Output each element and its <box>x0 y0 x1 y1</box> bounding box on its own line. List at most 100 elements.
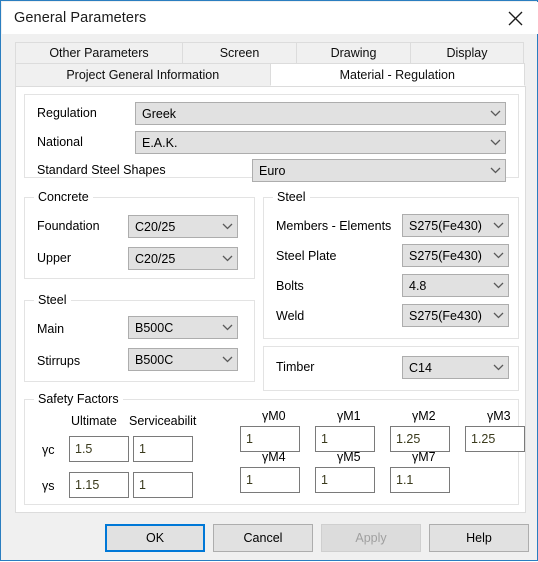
page-title: General Parameters <box>14 10 147 26</box>
button-label: OK <box>145 531 165 545</box>
general-parameters-dialog: General Parameters Other Parameters Scre… <box>0 0 538 561</box>
tab-other-parameters[interactable]: Other Parameters <box>15 42 183 63</box>
weld-label: Weld <box>276 309 305 323</box>
chevron-down-icon <box>217 255 237 262</box>
gamma-m5-label: γM5 <box>337 450 361 464</box>
chevron-down-icon <box>488 252 508 259</box>
gamma-m0-input[interactable]: 1 <box>240 426 300 452</box>
tab-material-regulation[interactable]: Material - Regulation <box>269 63 525 86</box>
tab-label: Material - Regulation <box>339 67 455 82</box>
timber-select[interactable]: C14 <box>402 356 509 379</box>
upper-select[interactable]: C20/25 <box>128 247 238 270</box>
foundation-select[interactable]: C20/25 <box>128 215 238 238</box>
upper-label: Upper <box>37 251 72 265</box>
ok-button[interactable]: OK <box>105 524 205 552</box>
bolts-value: 4.8 <box>409 278 427 293</box>
dialog-button-bar: OK Cancel Apply Help <box>1 519 538 562</box>
chevron-down-icon <box>217 324 237 331</box>
column-header-ultimate: Ultimate <box>71 414 117 428</box>
steel-plate-label: Steel Plate <box>276 249 337 263</box>
main-select[interactable]: B500C <box>128 316 238 339</box>
gamma-m5-input[interactable]: 1 <box>315 467 375 493</box>
tab-project-general-information[interactable]: Project General Information <box>15 63 271 86</box>
regulation-select[interactable]: Greek <box>135 102 506 125</box>
regulation-value: Greek <box>142 106 177 121</box>
gamma-m1-input[interactable]: 1 <box>315 426 375 452</box>
chevron-down-icon <box>488 282 508 289</box>
upper-value: C20/25 <box>135 251 176 266</box>
safety-factors-group: Safety Factors Ultimate Serviceabilit γc… <box>24 392 525 505</box>
input-value: 1 <box>246 432 253 446</box>
stirrups-label: Stirrups <box>37 354 81 368</box>
main-label: Main <box>37 322 65 336</box>
input-value: 1.25 <box>471 432 496 446</box>
gamma-c-ultimate-input[interactable]: 1.5 <box>69 436 129 462</box>
material-regulation-panel: Regulation Greek National E.A.K. Standar… <box>15 86 526 513</box>
rebar-steel-group: Steel Main B500C Stirrups B500C <box>24 293 255 382</box>
bolts-select[interactable]: 4.8 <box>402 274 509 297</box>
weld-value: S275(Fe430) <box>409 308 482 323</box>
steel-plate-value: S275(Fe430) <box>409 248 482 263</box>
standard-steel-shapes-label: Standard Steel Shapes <box>37 163 166 177</box>
gamma-m3-label: γM3 <box>487 409 511 423</box>
gamma-s-label: γs <box>42 479 55 493</box>
chevron-down-icon <box>485 139 505 146</box>
tab-label: Other Parameters <box>49 46 149 60</box>
standard-steel-shapes-value: Euro <box>259 163 286 178</box>
gamma-m2-label: γM2 <box>412 409 436 423</box>
apply-button: Apply <box>321 524 421 552</box>
national-label: National <box>37 135 83 149</box>
gamma-m2-input[interactable]: 1.25 <box>390 426 450 452</box>
chevron-down-icon <box>217 223 237 230</box>
tab-display[interactable]: Display <box>410 42 524 63</box>
column-header-serviceability: Serviceabilit <box>129 414 197 428</box>
help-button[interactable]: Help <box>429 524 529 552</box>
foundation-value: C20/25 <box>135 219 176 234</box>
input-value: 1 <box>246 473 253 487</box>
input-value: 1 <box>139 442 146 456</box>
national-value: E.A.K. <box>142 135 178 150</box>
tab-label: Screen <box>219 46 260 60</box>
members-elements-value: S275(Fe430) <box>409 218 482 233</box>
main-value: B500C <box>135 320 174 335</box>
rebar-steel-group-title: Steel <box>34 293 71 307</box>
gamma-m3-input[interactable]: 1.25 <box>465 426 525 452</box>
input-value: 1.15 <box>75 478 100 492</box>
tab-label: Project General Information <box>66 68 220 82</box>
tab-screen[interactable]: Screen <box>182 42 297 63</box>
national-select[interactable]: E.A.K. <box>135 131 506 154</box>
members-elements-select[interactable]: S275(Fe430) <box>402 214 509 237</box>
cancel-button[interactable]: Cancel <box>213 524 313 552</box>
weld-select[interactable]: S275(Fe430) <box>402 304 509 327</box>
gamma-s-ultimate-input[interactable]: 1.15 <box>69 472 129 498</box>
tab-row-1: Other Parameters Screen Drawing Display <box>15 42 526 63</box>
stirrups-select[interactable]: B500C <box>128 348 238 371</box>
timber-group: Timber C14 <box>263 346 519 391</box>
input-value: 1 <box>321 473 328 487</box>
tab-strip: Other Parameters Screen Drawing Display … <box>15 42 526 86</box>
foundation-label: Foundation <box>37 219 100 233</box>
regulation-label: Regulation <box>37 106 97 120</box>
steel-plate-select[interactable]: S275(Fe430) <box>402 244 509 267</box>
gamma-s-serviceability-input[interactable]: 1 <box>133 472 193 498</box>
chevron-down-icon <box>488 222 508 229</box>
input-value: 1 <box>321 432 328 446</box>
input-value: 1.1 <box>396 473 414 487</box>
regulation-group: Regulation Greek National E.A.K. Standar… <box>24 94 519 182</box>
gamma-m0-label: γM0 <box>262 409 286 423</box>
gamma-c-serviceability-input[interactable]: 1 <box>133 436 193 462</box>
concrete-group: Concrete Foundation C20/25 Upper C20/25 <box>24 190 255 279</box>
tab-drawing[interactable]: Drawing <box>296 42 411 63</box>
steel-group: Steel Members - Elements S275(Fe430) Ste… <box>263 190 519 339</box>
button-label: Apply <box>355 531 387 545</box>
gamma-m7-input[interactable]: 1.1 <box>390 467 450 493</box>
close-icon[interactable] <box>493 2 538 34</box>
timber-label: Timber <box>276 360 315 374</box>
standard-steel-shapes-select[interactable]: Euro <box>252 159 506 182</box>
gamma-m4-label: γM4 <box>262 450 286 464</box>
gamma-m1-label: γM1 <box>337 409 361 423</box>
gamma-m4-input[interactable]: 1 <box>240 467 300 493</box>
input-value: 1.25 <box>396 432 421 446</box>
tab-row-2: Project General Information Material - R… <box>15 63 526 86</box>
concrete-group-title: Concrete <box>34 190 93 204</box>
